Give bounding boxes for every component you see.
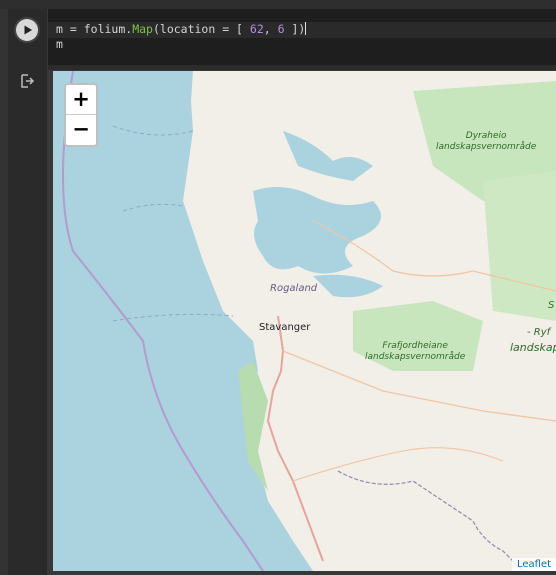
park-label-frafjordheiane: Frafjordheiane landskapsvernområde bbox=[365, 341, 465, 363]
output-arrow-icon[interactable] bbox=[19, 73, 35, 89]
cell-gutter bbox=[8, 9, 47, 575]
code-args-open: (location = [ bbox=[152, 22, 250, 36]
code-line-2: m bbox=[56, 37, 63, 51]
code-comma: , bbox=[263, 22, 278, 36]
region-label: Rogaland bbox=[270, 283, 318, 294]
edge-label: - Ryf bbox=[527, 327, 551, 338]
park-label-line: landskapsvernområde bbox=[365, 352, 466, 362]
park-area-3 bbox=[483, 171, 556, 321]
cell-separator bbox=[48, 65, 556, 70]
text-caret bbox=[305, 22, 307, 35]
map-view[interactable]: + − Rogaland Stavanger Dyraheio landskap… bbox=[53, 71, 556, 571]
cell-left-edge bbox=[0, 9, 8, 575]
code-text[interactable]: m = folium.Map(location = [ 62, 6 ]) m bbox=[56, 22, 307, 52]
code-module: folium. bbox=[83, 22, 133, 36]
code-lon: 6 bbox=[277, 22, 285, 36]
island bbox=[198, 171, 218, 191]
edge-label: S bbox=[548, 300, 555, 311]
code-lat: 62 bbox=[249, 22, 264, 36]
park-label-line: Dyraheio bbox=[465, 131, 507, 141]
code-op: = bbox=[62, 22, 84, 36]
park-label-dyraheio: Dyraheio landskapsvernområde bbox=[436, 131, 536, 153]
park-label-line: Frafjordheiane bbox=[382, 341, 448, 351]
code-args-close: ]) bbox=[284, 22, 306, 36]
zoom-out-button[interactable]: − bbox=[66, 115, 96, 145]
ferry-line bbox=[112, 313, 234, 322]
edge-label: landskap bbox=[510, 341, 556, 354]
ferry-line bbox=[122, 203, 184, 212]
top-bar bbox=[0, 0, 556, 9]
island bbox=[215, 223, 231, 239]
code-function: Map bbox=[132, 22, 153, 36]
code-var: m bbox=[56, 22, 63, 36]
leaflet-attribution-link[interactable]: Leaflet bbox=[511, 558, 556, 571]
zoom-control: + − bbox=[64, 83, 98, 147]
run-cell-button[interactable] bbox=[16, 19, 38, 41]
zoom-in-button[interactable]: + bbox=[66, 85, 96, 115]
park-label-line: landskapsvernområde bbox=[436, 142, 537, 152]
island bbox=[228, 276, 238, 286]
city-label: Stavanger bbox=[259, 322, 311, 333]
play-icon bbox=[24, 25, 32, 35]
ferry-line bbox=[112, 125, 194, 136]
